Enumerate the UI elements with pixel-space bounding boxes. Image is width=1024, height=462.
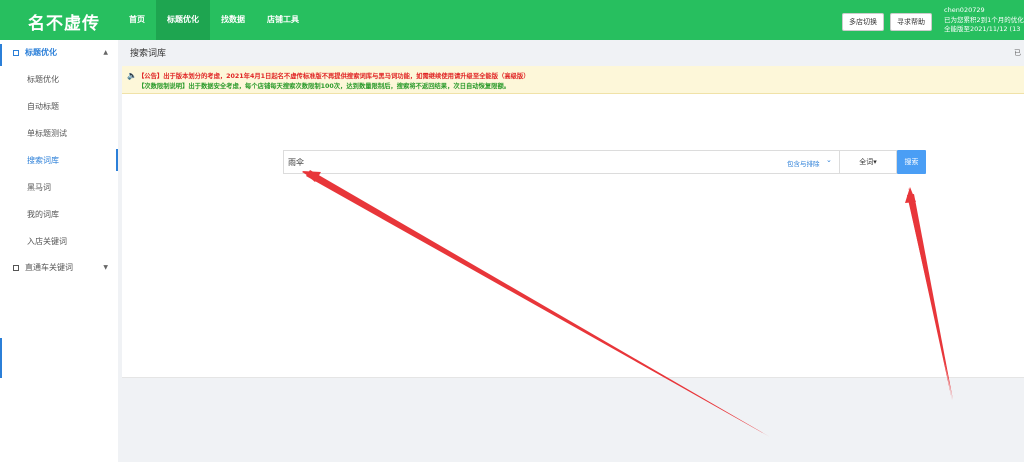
sidebar-item-my-lexicon[interactable]: 我的词库 xyxy=(0,201,118,228)
multi-store-button[interactable]: 多店切换 xyxy=(842,13,884,31)
page-title: 搜索词库 xyxy=(130,49,167,59)
page-title-right: 已 xyxy=(1014,49,1021,57)
sidebar-item-auto-title[interactable]: 自动标题 xyxy=(0,93,118,120)
main-content: 🔈 【公告】出于版本划分的考虑，2021年4月1日起名不虚传标准版不再提供搜索词… xyxy=(122,66,1024,378)
search-input[interactable] xyxy=(288,154,768,170)
sidebar-group-ztc-keywords[interactable]: 直通车关键词 ▼ xyxy=(0,255,118,281)
sidebar-scroll-indicator[interactable] xyxy=(0,338,2,378)
include-exclude-link[interactable]: 包含与排除 xyxy=(787,158,820,168)
chevron-down-icon[interactable]: ⌄ xyxy=(826,156,832,164)
sidebar-item-title-optimize[interactable]: 标题优化 xyxy=(0,66,118,93)
main-nav: 首页 标题优化 找数据 店铺工具 xyxy=(118,0,310,40)
search-bar: 包含与排除 ⌄ 全词▾ 搜索 xyxy=(283,150,926,174)
match-mode-select[interactable]: 全词▾ xyxy=(840,150,897,174)
sidebar-group-title-optimize[interactable]: 标题优化 ▲ xyxy=(0,40,118,66)
sidebar-group-label: 标题优化 xyxy=(25,48,57,57)
nav-store-tools[interactable]: 店铺工具 xyxy=(256,0,310,40)
sidebar-item-store-keywords[interactable]: 入店关键词 xyxy=(0,228,118,255)
notice-banner: 🔈 【公告】出于版本划分的考虑，2021年4月1日起名不虚传标准版不再提供搜索词… xyxy=(122,66,1024,94)
top-bar: 名不虚传 首页 标题优化 找数据 店铺工具 多店切换 寻求帮助 chen0207… xyxy=(0,0,1024,40)
sidebar-item-search-lexicon[interactable]: 搜索词库 xyxy=(0,147,118,174)
help-button[interactable]: 寻求帮助 xyxy=(890,13,932,31)
chevron-up-icon: ▲ xyxy=(103,49,108,56)
nav-find-data[interactable]: 找数据 xyxy=(210,0,256,40)
nav-title-optimize[interactable]: 标题优化 xyxy=(156,0,210,40)
notice-limit: 【次数限制说明】出于数据安全考虑，每个店铺每天搜索次数限制100次，达到数量限制… xyxy=(138,83,511,90)
username: chen020729 xyxy=(944,6,985,14)
order-info: 已为您累积2到1个月的优化 xyxy=(944,15,1024,24)
app-logo[interactable]: 名不虚传 xyxy=(28,9,100,34)
speaker-icon: 🔈 xyxy=(127,71,137,80)
square-icon xyxy=(13,265,19,271)
chevron-down-icon: ▼ xyxy=(103,264,108,271)
sidebar: 标题优化 ▲ 标题优化 自动标题 单标题测试 搜索词库 黑马词 我的词库 入店关… xyxy=(0,40,118,462)
version-info: 全能版至2021/11/12 (13 xyxy=(944,25,1021,33)
notice-announcement: 【公告】出于版本划分的考虑，2021年4月1日起名不虚传标准版不再提供搜索词库与… xyxy=(138,73,530,80)
sidebar-item-single-title-test[interactable]: 单标题测试 xyxy=(0,120,118,147)
square-icon xyxy=(13,50,19,56)
sidebar-item-dark-horse[interactable]: 黑马词 xyxy=(0,174,118,201)
search-button[interactable]: 搜索 xyxy=(897,150,926,174)
sidebar-group-label: 直通车关键词 xyxy=(25,263,73,272)
user-info[interactable]: chen020729 已为您累积2到1个月的优化 全能版至2021/11/12 … xyxy=(944,6,1024,35)
nav-home[interactable]: 首页 xyxy=(118,0,156,40)
search-box: 包含与排除 ⌄ xyxy=(283,150,840,174)
